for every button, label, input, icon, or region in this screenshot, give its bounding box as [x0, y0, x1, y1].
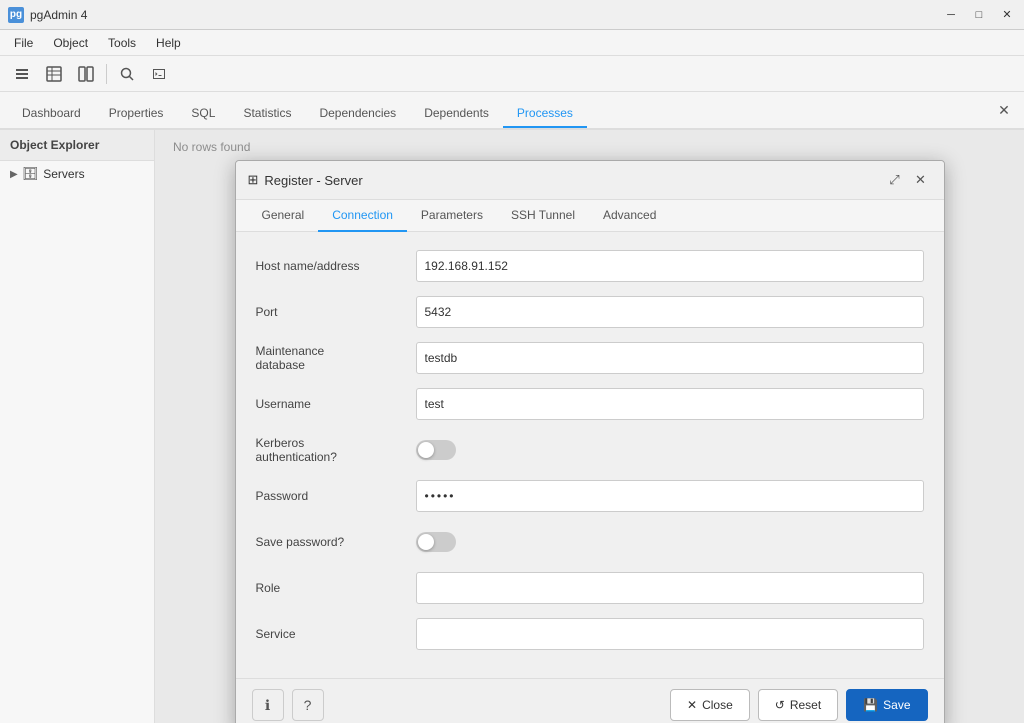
main-tabs: Dashboard Properties SQL Statistics Depe…: [0, 92, 984, 126]
expand-arrow-icon: ▶: [10, 169, 18, 180]
tab-dependencies[interactable]: Dependencies: [305, 100, 410, 128]
toggle-save-password-thumb: [418, 534, 434, 550]
form-row-kerberos: Kerberosauthentication?: [256, 432, 924, 468]
label-kerberos: Kerberosauthentication?: [256, 436, 416, 464]
form-row-maindb: Maintenancedatabase: [256, 340, 924, 376]
dialog-tabs: General Connection Parameters SSH Tunnel…: [236, 200, 944, 232]
dialog-tab-advanced[interactable]: Advanced: [589, 200, 670, 232]
label-port: Port: [256, 305, 416, 319]
dialog-tab-connection[interactable]: Connection: [318, 200, 407, 232]
label-host: Host name/address: [256, 259, 416, 273]
minimize-button[interactable]: ─: [938, 4, 964, 26]
input-port[interactable]: [416, 296, 924, 328]
register-server-dialog: ⊞ Register - Server ⤢ ✕ General Connecti…: [235, 160, 945, 723]
label-role: Role: [256, 581, 416, 595]
save-btn-label: Save: [883, 698, 910, 712]
save-btn-icon: 💾: [863, 698, 878, 712]
label-service: Service: [256, 627, 416, 641]
main-layout: Object Explorer ▶ 🗄 Servers No rows foun…: [0, 130, 1024, 723]
form-row-role: Role: [256, 570, 924, 606]
form-row-port: Port: [256, 294, 924, 330]
sidebar: Object Explorer ▶ 🗄 Servers: [0, 130, 155, 723]
close-tab-button[interactable]: ✕: [990, 96, 1018, 124]
close-button[interactable]: ✕ Close: [670, 689, 750, 721]
info-button[interactable]: ℹ: [252, 689, 284, 721]
input-service[interactable]: [416, 618, 924, 650]
form-row-host: Host name/address: [256, 248, 924, 284]
menu-tools[interactable]: Tools: [98, 33, 146, 53]
dialog-tab-ssh-tunnel[interactable]: SSH Tunnel: [497, 200, 589, 232]
tab-processes[interactable]: Processes: [503, 100, 587, 128]
dialog-tab-general[interactable]: General: [248, 200, 319, 232]
reset-btn-label: Reset: [790, 698, 821, 712]
toggle-kerberos-thumb: [418, 442, 434, 458]
server-icon: 🗄: [22, 166, 39, 182]
footer-left: ℹ ?: [252, 689, 324, 721]
dialog-title-text: Register - Server: [264, 173, 362, 188]
form-row-service: Service: [256, 616, 924, 652]
dialog-title-icon: ⊞: [248, 172, 259, 188]
input-password[interactable]: [416, 480, 924, 512]
input-host[interactable]: [416, 250, 924, 282]
dialog-titlebar: ⊞ Register - Server ⤢ ✕: [236, 161, 944, 200]
menu-help[interactable]: Help: [146, 33, 191, 53]
label-maindb: Maintenancedatabase: [256, 344, 416, 372]
toolbar-columns-btn[interactable]: [72, 60, 100, 88]
dialog-overlay: ⊞ Register - Server ⤢ ✕ General Connecti…: [155, 130, 1024, 723]
info-icon: ℹ: [265, 697, 270, 714]
toggle-kerberos[interactable]: [416, 440, 456, 460]
menu-object[interactable]: Object: [43, 33, 98, 53]
toolbar: [0, 56, 1024, 92]
dialog-body: Host name/address Port Maintenancedataba…: [236, 232, 944, 678]
dialog-tab-parameters[interactable]: Parameters: [407, 200, 497, 232]
sidebar-header: Object Explorer: [0, 130, 154, 161]
close-window-button[interactable]: ✕: [994, 4, 1020, 26]
tab-statistics[interactable]: Statistics: [229, 100, 305, 128]
maximize-button[interactable]: □: [966, 4, 992, 26]
window-controls: ─ □ ✕: [938, 4, 1020, 26]
input-username[interactable]: [416, 388, 924, 420]
help-icon: ?: [304, 697, 312, 713]
toggle-save-password[interactable]: [416, 532, 456, 552]
content-area: No rows found ⊞ Register - Server ⤢ ✕: [155, 130, 1024, 723]
close-btn-icon: ✕: [687, 698, 697, 712]
menu-bar: File Object Tools Help: [0, 30, 1024, 56]
dialog-close-button[interactable]: ✕: [910, 169, 932, 191]
toolbar-table-btn[interactable]: [40, 60, 68, 88]
form-row-password: Password: [256, 478, 924, 514]
save-button[interactable]: 💾 Save: [846, 689, 927, 721]
title-bar: pg pgAdmin 4 ─ □ ✕: [0, 0, 1024, 30]
dialog-footer: ℹ ? ✕ Close ↺ Reset: [236, 678, 944, 723]
input-maindb[interactable]: [416, 342, 924, 374]
reset-button[interactable]: ↺ Reset: [758, 689, 838, 721]
footer-right: ✕ Close ↺ Reset 💾 Save: [670, 689, 927, 721]
tab-dashboard[interactable]: Dashboard: [8, 100, 95, 128]
toolbar-list-btn[interactable]: [8, 60, 36, 88]
label-password: Password: [256, 489, 416, 503]
tab-dependents[interactable]: Dependents: [410, 100, 503, 128]
toolbar-terminal-btn[interactable]: [145, 60, 173, 88]
label-save-password: Save password?: [256, 535, 416, 549]
label-username: Username: [256, 397, 416, 411]
tab-properties[interactable]: Properties: [95, 100, 178, 128]
dialog-controls: ⤢ ✕: [884, 169, 932, 191]
dialog-title: ⊞ Register - Server: [248, 172, 363, 188]
toolbar-sep-1: [106, 64, 107, 84]
app-title: pgAdmin 4: [30, 8, 87, 22]
main-tab-bar: Dashboard Properties SQL Statistics Depe…: [0, 92, 1024, 130]
sidebar-item-servers[interactable]: ▶ 🗄 Servers: [0, 161, 154, 187]
reset-btn-icon: ↺: [775, 698, 785, 712]
sidebar-item-label: Servers: [43, 167, 84, 181]
form-row-username: Username: [256, 386, 924, 422]
menu-file[interactable]: File: [4, 33, 43, 53]
help-button[interactable]: ?: [292, 689, 324, 721]
app-icon: pg: [8, 7, 24, 23]
tab-sql[interactable]: SQL: [177, 100, 229, 128]
input-role[interactable]: [416, 572, 924, 604]
form-row-save-password: Save password?: [256, 524, 924, 560]
dialog-expand-button[interactable]: ⤢: [884, 169, 906, 191]
toolbar-search-btn[interactable]: [113, 60, 141, 88]
close-btn-label: Close: [702, 698, 733, 712]
